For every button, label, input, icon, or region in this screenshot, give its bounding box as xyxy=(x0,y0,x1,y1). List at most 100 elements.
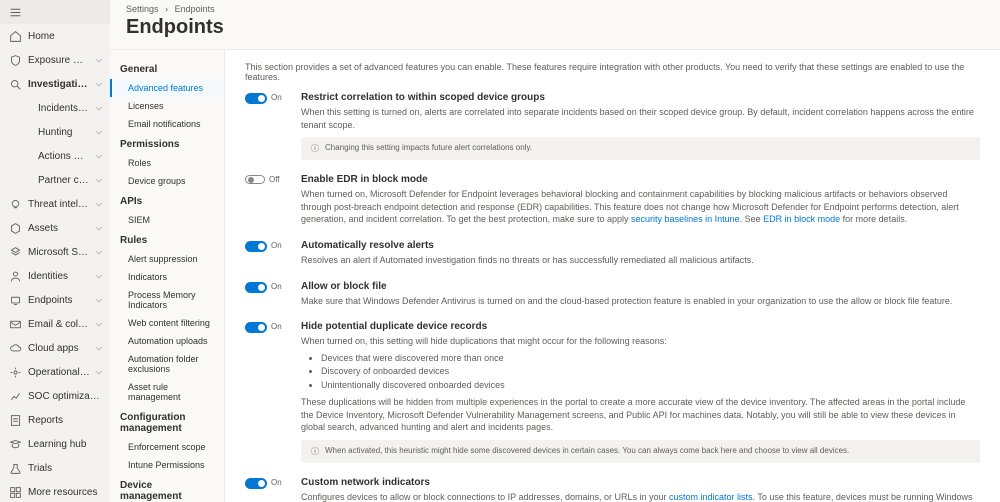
settings-nav-item-indicators[interactable]: Indicators xyxy=(110,268,224,286)
sidebar-label: Incidents & alerts xyxy=(38,103,90,114)
settings-nav-item-roles[interactable]: Roles xyxy=(110,154,224,172)
setting-desc: Configures devices to allow or block con… xyxy=(301,491,980,502)
sidebar-label: Operational technology xyxy=(28,367,90,378)
sidebar-item-hunting[interactable]: Hunting ⌵ xyxy=(0,120,110,144)
cube-icon xyxy=(8,221,22,235)
cloud-icon xyxy=(8,341,22,355)
settings-nav-heading: Permissions xyxy=(110,133,224,154)
settings-nav-item-automation-uploads[interactable]: Automation uploads xyxy=(110,332,224,350)
content-area: GeneralAdvanced featuresLicensesEmail no… xyxy=(110,49,1000,502)
settings-nav-item-alert-suppression[interactable]: Alert suppression xyxy=(110,250,224,268)
sidebar-label: Reports xyxy=(28,415,102,426)
sidebar-item-threat-intelligence[interactable]: Threat intelligence⌵ xyxy=(0,192,110,216)
sidebar-item-investigation-response[interactable]: Investigation & response⌵ xyxy=(0,72,110,96)
sidebar-label: Endpoints xyxy=(28,295,90,306)
settings-nav-item-device-groups[interactable]: Device groups xyxy=(110,172,224,190)
sidebar-item-home[interactable]: Home xyxy=(0,24,110,48)
sidebar-label: Partner catalog xyxy=(38,175,90,186)
setting-restrict-correlation: On Restrict correlation to within scoped… xyxy=(245,92,980,160)
setting-desc2: These duplications will be hidden from m… xyxy=(301,396,980,434)
toggle-allow-block[interactable] xyxy=(245,282,267,293)
settings-nav-item-enforcement-scope[interactable]: Enforcement scope xyxy=(110,438,224,456)
left-nav: HomeExposure management⌵Investigation & … xyxy=(0,0,110,502)
info-box: ⓘChanging this setting impacts future al… xyxy=(301,137,980,160)
toggle-edr[interactable] xyxy=(245,175,265,184)
chevron-down-icon: ⌵ xyxy=(96,247,102,257)
soc-icon xyxy=(8,389,22,403)
setting-title: Hide potential duplicate device records xyxy=(301,321,980,332)
chevron-down-icon: ⌵ xyxy=(96,343,102,353)
breadcrumb-endpoints[interactable]: Endpoints xyxy=(175,4,215,14)
sidebar-item-exposure-management[interactable]: Exposure management⌵ xyxy=(0,48,110,72)
sidebar-label: Trials xyxy=(28,463,102,474)
settings-nav-item-email-notifications[interactable]: Email notifications xyxy=(110,115,224,133)
sidebar-item-email-collaboration[interactable]: Email & collaboration⌵ xyxy=(0,312,110,336)
sidebar-item-identities[interactable]: Identities⌵ xyxy=(0,264,110,288)
settings-nav-heading: General xyxy=(110,58,224,79)
settings-nav-item-intune-permissions[interactable]: Intune Permissions xyxy=(110,456,224,474)
sidebar-item-trials[interactable]: Trials xyxy=(0,456,110,480)
hamburger-icon xyxy=(8,5,22,19)
breadcrumb: Settings › Endpoints xyxy=(110,0,1000,14)
settings-nav-item-siem[interactable]: SIEM xyxy=(110,211,224,229)
setting-desc: Resolves an alert if Automated investiga… xyxy=(301,254,980,267)
chevron-down-icon: ⌵ xyxy=(96,127,102,137)
chevron-down-icon: ⌵ xyxy=(96,367,102,377)
endpoint-icon xyxy=(8,293,22,307)
toggle-state: Off xyxy=(269,175,280,184)
search-icon xyxy=(8,77,22,91)
setting-desc: When turned on, Microsoft Defender for E… xyxy=(301,188,980,226)
sidebar-item-assets[interactable]: Assets⌵ xyxy=(0,216,110,240)
reason-list: Devices that were discovered more than o… xyxy=(321,352,980,393)
sidebar-item-reports[interactable]: Reports xyxy=(0,408,110,432)
blank-icon xyxy=(18,125,32,139)
learn-icon xyxy=(8,437,22,451)
toggle-state: On xyxy=(271,282,282,291)
settings-nav-item-licenses[interactable]: Licenses xyxy=(110,97,224,115)
sidebar-label: Cloud apps xyxy=(28,343,90,354)
toggle-state: On xyxy=(271,478,282,487)
sidebar-item-endpoints[interactable]: Endpoints⌵ xyxy=(0,288,110,312)
setting-desc: When turned on, this setting will hide d… xyxy=(301,335,980,348)
settings-nav-heading: Configuration management xyxy=(110,406,224,438)
sidebar-item-partner-catalog[interactable]: Partner catalog⌵ xyxy=(0,168,110,192)
sidebar-label: Hunting xyxy=(38,127,90,138)
settings-nav-heading: Rules xyxy=(110,229,224,250)
toggle-hide-dup[interactable] xyxy=(245,322,267,333)
sidebar-item-soc-optimization[interactable]: SOC optimization xyxy=(0,384,110,408)
sidebar-label: Exposure management xyxy=(28,55,90,66)
sidebar-item-actions-submissions[interactable]: Actions & submissions⌵ xyxy=(0,144,110,168)
main: Settings › Endpoints Endpoints GeneralAd… xyxy=(110,0,1000,502)
settings-nav-item-web-content-filtering[interactable]: Web content filtering xyxy=(110,314,224,332)
settings-nav-item-automation-folder-exclusions[interactable]: Automation folder exclusions xyxy=(110,350,224,378)
toggle-auto-resolve[interactable] xyxy=(245,241,267,252)
sidebar-label: Identities xyxy=(28,271,90,282)
sidebar-label: Home xyxy=(28,31,102,42)
toggle-custom-ind[interactable] xyxy=(245,478,267,489)
sidebar-item-more-resources[interactable]: More resources xyxy=(0,480,110,502)
info-box: ⓘWhen activated, this heuristic might hi… xyxy=(301,440,980,463)
settings-nav-heading: APIs xyxy=(110,190,224,211)
nav-toggle[interactable] xyxy=(0,0,110,24)
sidebar-item-microsoft-sentinel[interactable]: Microsoft Sentinel⌵ xyxy=(0,240,110,264)
sidebar-item-cloud-apps[interactable]: Cloud apps ⌵ xyxy=(0,336,110,360)
info-text: Changing this setting impacts future ale… xyxy=(325,143,532,152)
link-edr[interactable]: EDR in block mode xyxy=(763,214,840,224)
link-indicator-lists[interactable]: custom indicator lists xyxy=(669,492,753,502)
settings-nav-item-process-memory-indicators[interactable]: Process Memory Indicators xyxy=(110,286,224,314)
breadcrumb-settings[interactable]: Settings xyxy=(126,4,159,14)
setting-allow-block-file: On Allow or block file Make sure that Wi… xyxy=(245,281,980,308)
sidebar-item-operational-technology[interactable]: Operational technology ⌵ xyxy=(0,360,110,384)
sidebar-item-learning-hub[interactable]: Learning hub xyxy=(0,432,110,456)
sidebar-item-incidents-alerts[interactable]: Incidents & alerts⌵ xyxy=(0,96,110,120)
toggle-restrict[interactable] xyxy=(245,93,267,104)
setting-title: Restrict correlation to within scoped de… xyxy=(301,92,980,103)
link-baselines[interactable]: security baselines in Intune xyxy=(631,214,740,224)
sidebar-label: Actions & submissions xyxy=(38,151,90,162)
settings-nav-item-advanced-features[interactable]: Advanced features xyxy=(110,79,224,97)
blank-icon xyxy=(18,101,32,115)
home-icon xyxy=(8,29,22,43)
sentinel-icon xyxy=(8,245,22,259)
settings-nav-item-asset-rule-management[interactable]: Asset rule management xyxy=(110,378,224,406)
list-item: Unintentionally discovered onboarded dev… xyxy=(321,379,980,393)
